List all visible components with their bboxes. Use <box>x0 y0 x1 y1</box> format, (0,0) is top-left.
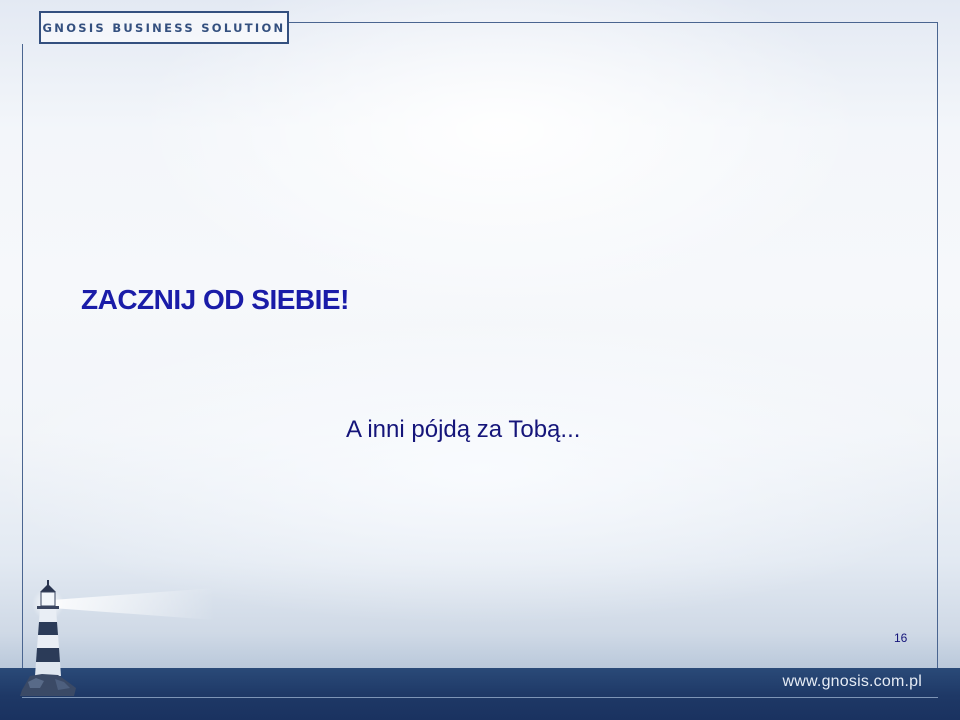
lighthouse-icon <box>20 580 215 696</box>
frame-line-right <box>937 22 938 698</box>
website-link[interactable]: www.gnosis.com.pl <box>783 673 922 691</box>
company-logo: GNOSIS BUSINESS SOLUTION <box>39 11 289 44</box>
frame-line-top <box>288 22 938 23</box>
slide-title: ZACZNIJ OD SIEBIE! <box>81 284 349 315</box>
logo-text: GNOSIS BUSINESS SOLUTION <box>42 20 286 35</box>
page-number: 16 <box>894 631 908 645</box>
slide-subtitle: A inni pójdą za Tobą... <box>346 416 581 443</box>
